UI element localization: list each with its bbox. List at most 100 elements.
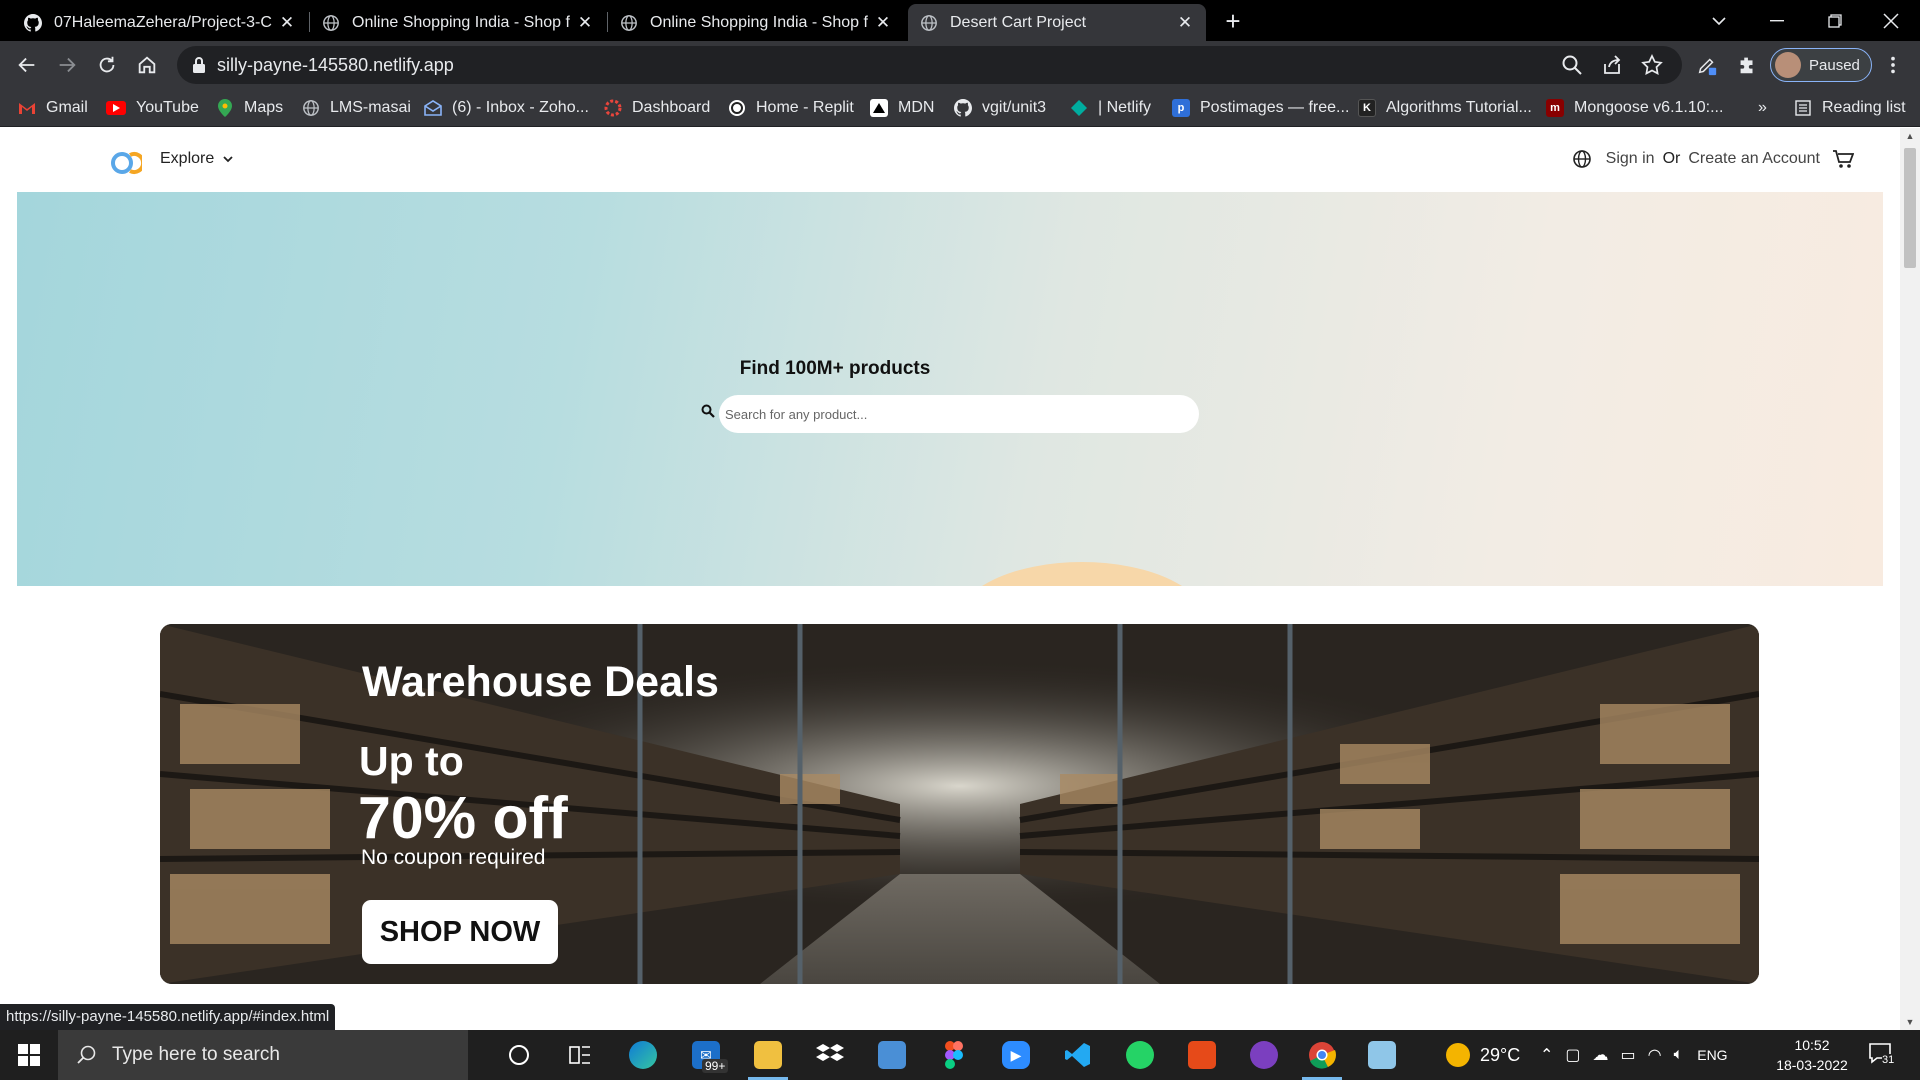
- new-tab-button[interactable]: +: [1219, 8, 1247, 36]
- page-scrollbar[interactable]: ▲ ▼: [1900, 128, 1920, 1030]
- task-view-icon[interactable]: [564, 1039, 596, 1071]
- home-button[interactable]: [132, 50, 162, 80]
- edge-icon[interactable]: [627, 1039, 659, 1071]
- globe-icon[interactable]: [1572, 149, 1592, 169]
- vscode-icon[interactable]: [1062, 1039, 1094, 1071]
- bookmark-youtube[interactable]: YouTube: [106, 89, 199, 127]
- sign-in-link[interactable]: Sign in: [1606, 150, 1655, 168]
- bookmark-netlify[interactable]: | Netlify: [1070, 89, 1151, 127]
- globe-icon: [322, 14, 340, 32]
- browser-tab-strip: 07HaleemaZehera/Project-3-Clon ✕ Online …: [0, 0, 1920, 41]
- back-button[interactable]: [12, 50, 42, 80]
- reload-button[interactable]: [92, 50, 122, 80]
- file-explorer-icon[interactable]: [752, 1039, 784, 1071]
- globe-icon: [302, 99, 320, 117]
- system-clock[interactable]: 10:52 18-03-2022: [1770, 1035, 1854, 1075]
- bookmark-zoho-inbox[interactable]: (6) - Inbox - Zoho...: [424, 89, 589, 127]
- search-icon[interactable]: [701, 404, 715, 418]
- bookmark-replit[interactable]: Home - Replit: [728, 89, 854, 127]
- notification-center-icon[interactable]: 31: [1868, 1042, 1895, 1068]
- cart-icon[interactable]: [1832, 148, 1854, 170]
- k-icon: K: [1358, 99, 1376, 117]
- bookmark-gmail[interactable]: Gmail: [18, 89, 88, 127]
- account-nav: Sign in Or Create an Account: [1572, 148, 1854, 170]
- bookmark-maps[interactable]: Maps: [216, 89, 283, 127]
- close-icon[interactable]: ✕: [874, 13, 892, 33]
- minimize-button[interactable]: [1748, 0, 1806, 41]
- close-icon[interactable]: ✕: [278, 13, 296, 33]
- avatar: [1775, 52, 1801, 78]
- bookmark-dashboard[interactable]: Dashboard: [604, 89, 710, 127]
- tab-title: Online Shopping India - Shop for: [352, 13, 570, 31]
- cortana-icon[interactable]: [503, 1039, 535, 1071]
- banner-note: No coupon required: [361, 846, 546, 869]
- bookmark-vgit-unit3[interactable]: vgit/unit3: [954, 89, 1046, 127]
- tab-online-shopping-2[interactable]: Online Shopping India - Shop for ✕: [608, 4, 904, 41]
- share-icon[interactable]: [1601, 54, 1623, 76]
- address-bar[interactable]: silly-payne-145580.netlify.app: [177, 46, 1682, 84]
- bookmark-mongoose[interactable]: m Mongoose v6.1.10:...: [1546, 89, 1723, 127]
- weather-temp: 29°C: [1480, 1044, 1521, 1065]
- extensions-puzzle-icon[interactable]: [1732, 50, 1762, 80]
- tab-online-shopping-1[interactable]: Online Shopping India - Shop for ✕: [310, 4, 606, 41]
- battery-icon[interactable]: ▭: [1621, 1045, 1636, 1065]
- dropbox-icon[interactable]: [814, 1039, 846, 1071]
- forward-button[interactable]: [52, 50, 82, 80]
- chrome-menu-icon[interactable]: [1878, 50, 1908, 80]
- zoom-icon[interactable]: [1561, 54, 1583, 76]
- explore-label: Explore: [160, 150, 215, 167]
- weather-widget[interactable]: 29°C: [1446, 1030, 1520, 1080]
- close-window-button[interactable]: [1862, 0, 1920, 41]
- chevron-up-icon[interactable]: ⌃: [1540, 1045, 1553, 1065]
- bookmark-algorithms-tutorial[interactable]: K Algorithms Tutorial...: [1358, 89, 1532, 127]
- mail-badge: 99+: [702, 1059, 729, 1073]
- tab-search-chevron-icon[interactable]: [1690, 0, 1748, 41]
- tab-github-project[interactable]: 07HaleemaZehera/Project-3-Clon ✕: [12, 4, 308, 41]
- extension-pen-icon[interactable]: [1692, 50, 1722, 80]
- language-indicator[interactable]: ENG: [1697, 1047, 1727, 1063]
- scroll-up-arrow-icon[interactable]: ▲: [1900, 128, 1920, 144]
- tab-desert-cart-project[interactable]: Desert Cart Project ✕: [908, 4, 1206, 41]
- bookmark-mdn[interactable]: MDN: [870, 89, 934, 127]
- create-account-link[interactable]: Create an Account: [1688, 150, 1820, 168]
- bookmark-postimages[interactable]: p Postimages — free...: [1172, 89, 1349, 127]
- warehouse-deals-banner[interactable]: Warehouse Deals Up to 70% off No coupon …: [160, 624, 1759, 984]
- zoom-app-icon[interactable]: ▶: [1000, 1039, 1032, 1071]
- desertcart-logo[interactable]: [110, 145, 142, 177]
- bookmarks-overflow-button[interactable]: »: [1758, 89, 1767, 127]
- chrome-icon[interactable]: [1306, 1039, 1338, 1071]
- lock-icon[interactable]: [192, 56, 206, 74]
- figma-icon[interactable]: [938, 1039, 970, 1071]
- taskbar-search-box[interactable]: Type here to search: [58, 1030, 468, 1080]
- globe-icon: [620, 14, 638, 32]
- banner-discount: 70% off: [358, 785, 568, 851]
- profile-button[interactable]: Paused: [1770, 48, 1872, 82]
- windows-logo-icon: [18, 1044, 40, 1066]
- close-icon[interactable]: ✕: [1176, 13, 1194, 33]
- app-icon[interactable]: [876, 1039, 908, 1071]
- explore-menu[interactable]: Explore: [160, 150, 234, 168]
- bookmark-lms-masai[interactable]: LMS-masai: [302, 89, 411, 127]
- shop-now-button[interactable]: SHOP NOW: [362, 900, 558, 964]
- restore-button[interactable]: [1806, 0, 1864, 41]
- github-desktop-icon[interactable]: [1248, 1039, 1280, 1071]
- meet-now-icon[interactable]: ▢: [1565, 1045, 1580, 1065]
- notepad-icon[interactable]: [1366, 1039, 1398, 1071]
- onedrive-icon[interactable]: ☁: [1593, 1045, 1609, 1065]
- mail-icon[interactable]: ✉ 99+: [690, 1039, 729, 1073]
- reading-list-button[interactable]: Reading list: [1794, 89, 1906, 127]
- search-icon: [77, 1045, 96, 1064]
- office-icon[interactable]: [1186, 1039, 1218, 1071]
- product-search-input[interactable]: [719, 395, 1199, 433]
- start-button[interactable]: [0, 1030, 58, 1080]
- whatsapp-icon[interactable]: [1124, 1039, 1156, 1071]
- url-text[interactable]: silly-payne-145580.netlify.app: [217, 55, 454, 76]
- youtube-icon: [106, 101, 126, 115]
- scroll-thumb[interactable]: [1904, 148, 1916, 268]
- close-icon[interactable]: ✕: [576, 13, 594, 33]
- tray-icons[interactable]: ⌃ ▢ ☁ ▭ ◠ 🔈︎ ENG: [1540, 1030, 1728, 1080]
- bookmark-star-icon[interactable]: [1641, 54, 1663, 76]
- volume-icon[interactable]: 🔈︎: [1674, 1046, 1684, 1064]
- scroll-down-arrow-icon[interactable]: ▼: [1900, 1014, 1920, 1030]
- wifi-icon[interactable]: ◠: [1648, 1045, 1662, 1065]
